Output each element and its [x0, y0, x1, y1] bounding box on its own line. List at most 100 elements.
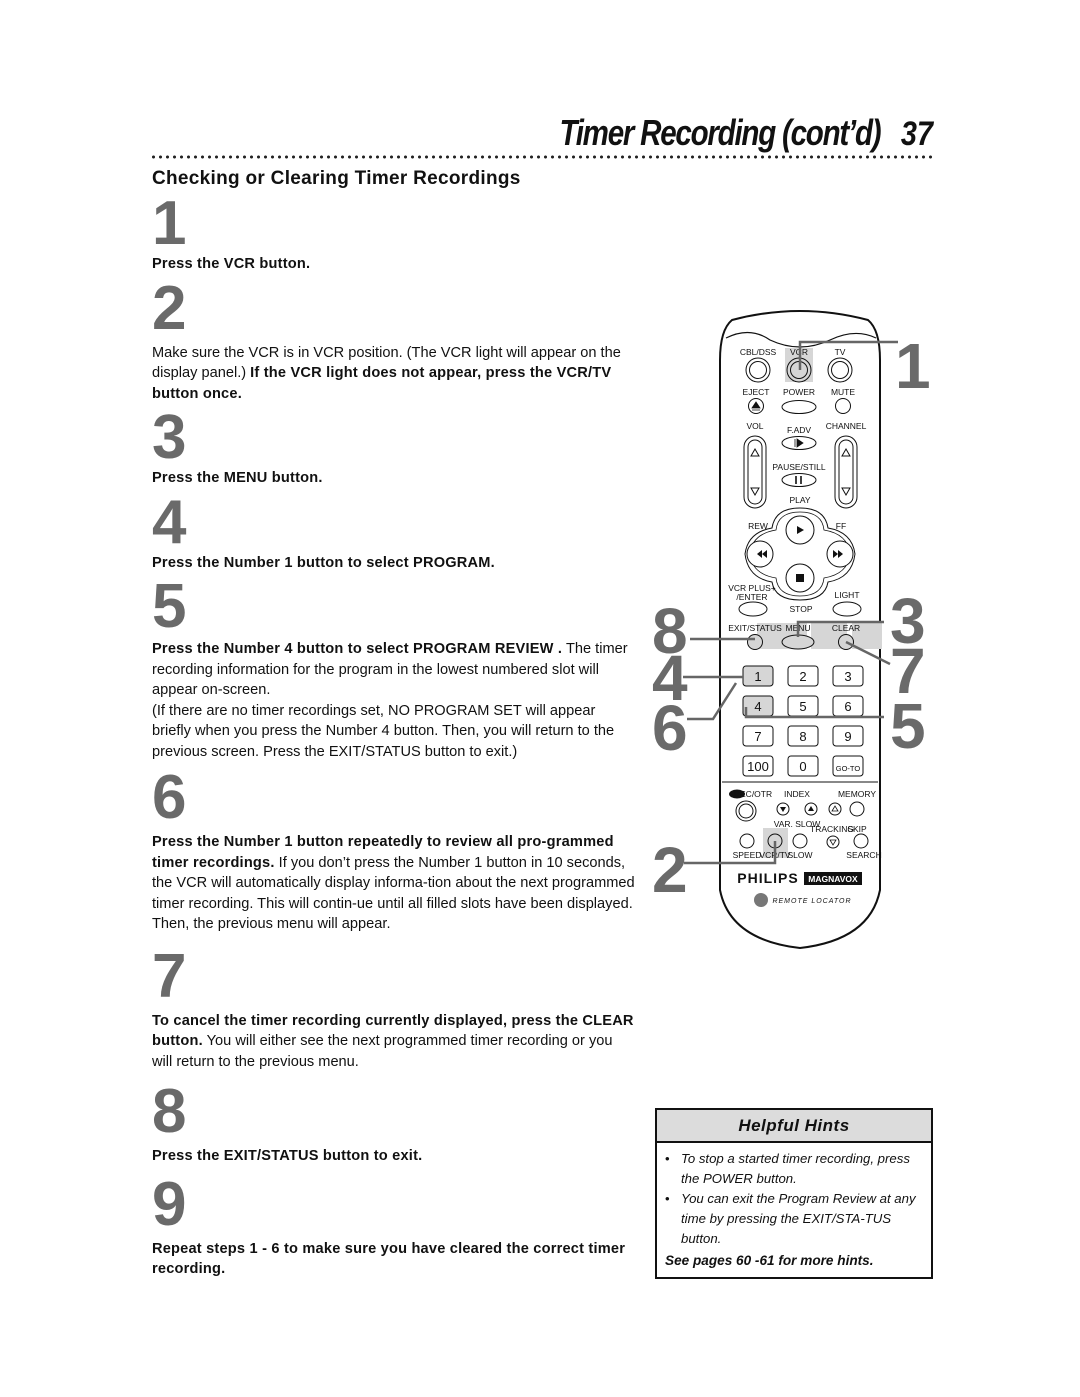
- philips-logo: PHILIPS: [737, 870, 798, 886]
- light-button[interactable]: [832, 601, 862, 617]
- tv-label: TV: [835, 347, 846, 357]
- index-forward-button[interactable]: [804, 802, 818, 816]
- step-instruction: Press the MENU button.: [152, 470, 323, 486]
- keypad-label: 1: [754, 669, 761, 684]
- remote-illustration: CBL/DSS VCR TV EJECT POWER MUTE VOL F.AD…: [640, 300, 940, 960]
- ff-button[interactable]: [826, 540, 854, 568]
- helpful-hints-box: Helpful Hints • To stop a started timer r…: [655, 1108, 933, 1279]
- step-number: 8: [152, 1077, 186, 1146]
- light-label: LIGHT: [834, 590, 859, 600]
- mute-button[interactable]: [835, 398, 851, 414]
- step-7: 7 To cancel the timer recording currentl…: [152, 941, 636, 1073]
- section-title: Checking or Clearing Timer Recordings: [152, 168, 521, 189]
- steps-list: 1 Press the VCR button. 2 Make sure the …: [152, 189, 636, 1284]
- remote-svg: CBL/DSS VCR TV EJECT POWER MUTE VOL F.AD…: [652, 310, 931, 950]
- tv-button[interactable]: [827, 357, 853, 383]
- keypad-button-2[interactable]: 2: [787, 665, 819, 687]
- step-1: 1 Press the VCR button.: [152, 189, 636, 275]
- pause-still-label: PAUSE/STILL: [772, 462, 825, 472]
- power-button[interactable]: [781, 400, 817, 414]
- step-note: (If there are no timer recordings set, N…: [152, 702, 615, 760]
- keypad-label: 3: [844, 669, 851, 684]
- page-title: Timer Recording (cont’d): [559, 112, 881, 153]
- cbl-dss-label: CBL/DSS: [740, 347, 777, 357]
- keypad-label: 8: [799, 729, 806, 744]
- f-adv-button[interactable]: [781, 436, 817, 450]
- step-number: 7: [152, 941, 186, 1011]
- keypad-label: 4: [754, 699, 761, 714]
- magnavox-logo: MAGNAVOX: [808, 874, 858, 884]
- step-number: 1: [152, 189, 186, 258]
- keypad-button-7[interactable]: 7: [742, 725, 774, 747]
- stop-icon: [796, 574, 804, 582]
- remote-locator-label: REMOTE LOCATOR: [772, 898, 851, 905]
- keypad-button-0[interactable]: 0: [787, 755, 819, 777]
- play-button[interactable]: [785, 515, 815, 545]
- keypad-label: GO-TO: [836, 764, 861, 773]
- step-9: 9 Repeat steps 1 - 6 to make sure you ha…: [152, 1169, 636, 1280]
- keypad-button-3[interactable]: 3: [832, 665, 864, 687]
- menu-button[interactable]: [781, 634, 815, 650]
- enter-label: /ENTER: [736, 592, 767, 602]
- keypad-button-go-to[interactable]: GO-TO: [832, 755, 864, 777]
- keypad-button-9[interactable]: 9: [832, 725, 864, 747]
- rec-otr-button[interactable]: [735, 800, 757, 822]
- callout-1: 1: [895, 330, 931, 402]
- eject-label: EJECT: [743, 387, 770, 397]
- ff-label: FF: [836, 521, 846, 531]
- skip-label: SKIP: [847, 824, 867, 834]
- step-instruction: Press the VCR button.: [152, 256, 311, 272]
- pause-still-button[interactable]: [781, 473, 817, 487]
- step-number: 2: [152, 273, 186, 343]
- step-number: 4: [152, 487, 186, 557]
- speed-button[interactable]: [739, 833, 755, 849]
- keypad-label: 0: [799, 759, 806, 774]
- clear-label: CLEAR: [832, 623, 860, 633]
- step-instruction: Press the Number 4 button to select PROG…: [152, 641, 563, 657]
- step-description: You will either see the next programmed …: [152, 1033, 613, 1070]
- rew-button[interactable]: [746, 540, 774, 568]
- power-label: POWER: [783, 387, 815, 397]
- hint-item: • You can exit the Program Review at any …: [665, 1191, 916, 1246]
- page-header: Timer Recording (cont’d) 37: [489, 112, 936, 154]
- memory-button[interactable]: [849, 801, 865, 817]
- vcr-plus-enter-button[interactable]: [738, 601, 768, 617]
- dotted-divider: [150, 155, 934, 159]
- channel-rocker[interactable]: [834, 435, 858, 509]
- keypad-label: 7: [754, 729, 761, 744]
- cbl-dss-button[interactable]: [745, 357, 771, 383]
- step-instruction: Press the EXIT/STATUS button to exit.: [152, 1148, 423, 1164]
- keypad-button-100[interactable]: 100: [742, 755, 774, 777]
- keypad-label: 100: [747, 759, 769, 774]
- f-adv-label: F.ADV: [787, 425, 811, 435]
- step-3: 3 Press the MENU button.: [152, 407, 636, 489]
- hints-title: Helpful Hints: [657, 1110, 931, 1143]
- rec-otr-label: REC/OTR: [734, 789, 772, 799]
- mute-label: MUTE: [831, 387, 855, 397]
- exit-status-label: EXIT/STATUS: [728, 623, 782, 633]
- tracking-up-button[interactable]: [828, 802, 842, 816]
- exit-status-button[interactable]: [747, 634, 763, 650]
- eject-button[interactable]: [748, 398, 764, 414]
- step-number: 9: [152, 1169, 186, 1239]
- play-label: PLAY: [789, 495, 810, 505]
- index-back-button[interactable]: [776, 802, 790, 816]
- step-2: 2 Make sure the VCR is in VCR position. …: [152, 273, 636, 405]
- search-button[interactable]: [853, 833, 869, 849]
- page-number: 37: [901, 115, 934, 153]
- hints-footer: See pages 60 -61 for more hints.: [665, 1253, 874, 1268]
- slow-button[interactable]: [792, 833, 808, 849]
- remote-locator-icon: [754, 893, 768, 907]
- stop-button[interactable]: [785, 563, 815, 593]
- channel-label: CHANNEL: [826, 421, 867, 431]
- tracking-down-button[interactable]: [826, 835, 840, 849]
- keypad-label: 6: [844, 699, 851, 714]
- vol-rocker[interactable]: [743, 435, 767, 509]
- keypad-button-4[interactable]: 4: [742, 695, 774, 717]
- stop-label: STOP: [790, 604, 813, 614]
- keypad-button-8[interactable]: 8: [787, 725, 819, 747]
- keypad-button-1[interactable]: 1: [742, 665, 774, 687]
- memory-label: MEMORY: [838, 789, 876, 799]
- keypad-button-6[interactable]: 6: [832, 695, 864, 717]
- keypad-button-5[interactable]: 5: [787, 695, 819, 717]
